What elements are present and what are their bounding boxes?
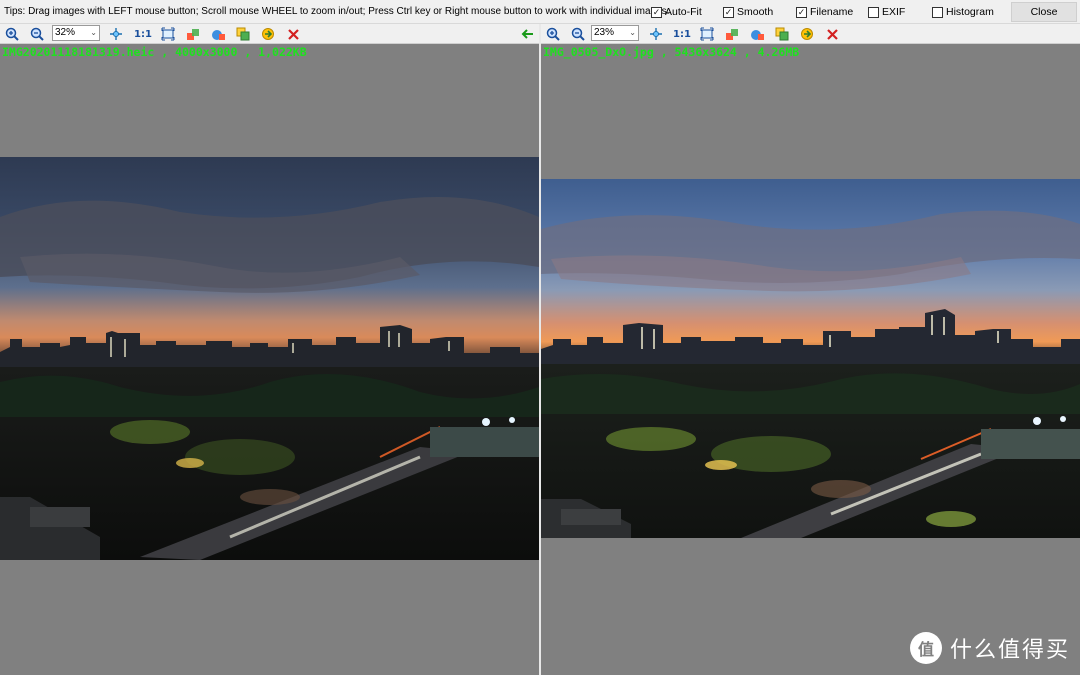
exif-label: EXIF — [882, 6, 906, 18]
fit-center-icon[interactable] — [648, 26, 664, 42]
left-image-pane[interactable]: 32% ⌄ 1:1 IMG20201118181319.heic , 4000x… — [0, 24, 539, 675]
watermark-logo-icon: 值 — [910, 632, 942, 664]
zoom-out-icon[interactable] — [29, 26, 45, 42]
tips-text: Tips: Drag images with LEFT mouse button… — [4, 6, 670, 17]
flip-icon[interactable] — [210, 26, 226, 42]
filename-checkbox[interactable]: ✓ Filename — [796, 6, 853, 18]
smooth-check[interactable]: ✓ — [723, 6, 734, 18]
histogram-check[interactable] — [932, 6, 943, 18]
actual-size-button[interactable]: 1:1 — [133, 26, 153, 42]
close-image-icon[interactable] — [824, 26, 840, 42]
zoom-select[interactable]: 32% ⌄ — [52, 25, 100, 41]
chevron-down-icon: ⌄ — [90, 28, 97, 37]
actual-size-button[interactable]: 1:1 — [672, 26, 692, 42]
exif-checkbox[interactable]: EXIF — [868, 6, 905, 18]
histogram-checkbox[interactable]: Histogram — [932, 6, 994, 18]
close-image-icon[interactable] — [285, 26, 301, 42]
fit-window-icon[interactable] — [160, 26, 176, 42]
zoom-value: 32% — [55, 27, 76, 38]
auto-fit-check[interactable]: ✓ — [651, 6, 662, 18]
auto-fit-checkbox[interactable]: ✓ Auto-Fit — [651, 6, 702, 18]
fit-window-icon[interactable] — [699, 26, 715, 42]
zoom-in-icon[interactable] — [4, 26, 20, 42]
left-photo[interactable] — [0, 157, 539, 560]
flip-icon[interactable] — [749, 26, 765, 42]
save-icon[interactable] — [799, 26, 815, 42]
left-photo-image — [0, 157, 539, 560]
sync-arrow-left-icon[interactable] — [519, 26, 535, 42]
left-file-info: IMG20201118181319.heic , 4000x3000 , 1,0… — [2, 45, 307, 59]
right-photo-image — [541, 179, 1080, 538]
copy-icon[interactable] — [774, 26, 790, 42]
watermark: 值 什么值得买 — [910, 632, 1070, 664]
exif-check[interactable] — [868, 6, 879, 18]
auto-fit-label: Auto-Fit — [665, 6, 702, 18]
copy-icon[interactable] — [235, 26, 251, 42]
zoom-value: 23% — [594, 27, 615, 38]
right-photo[interactable] — [541, 179, 1080, 538]
filename-label: Filename — [810, 6, 854, 18]
filename-check[interactable]: ✓ — [796, 6, 807, 18]
close-button[interactable]: Close — [1011, 2, 1077, 22]
smooth-label: Smooth — [737, 6, 774, 18]
right-pane-toolbar: 23% ⌄ 1:1 — [541, 24, 1080, 44]
chevron-down-icon: ⌄ — [629, 28, 636, 37]
zoom-out-icon[interactable] — [570, 26, 586, 42]
watermark-text: 什么值得买 — [950, 638, 1071, 663]
fit-center-icon[interactable] — [108, 26, 124, 42]
tips-bar: Tips: Drag images with LEFT mouse button… — [0, 0, 1080, 24]
zoom-select[interactable]: 23% ⌄ — [591, 25, 639, 41]
smooth-checkbox[interactable]: ✓ Smooth — [723, 6, 773, 18]
left-pane-toolbar: 32% ⌄ 1:1 — [0, 24, 539, 44]
save-icon[interactable] — [260, 26, 276, 42]
right-file-info: IMG_0505_DxO.jpg , 5436x3624 , 4.26MB — [543, 45, 800, 59]
right-image-pane[interactable]: 23% ⌄ 1:1 IMG_0505_DxO.jpg , 5436x3624 ,… — [541, 24, 1080, 675]
histogram-label: Histogram — [946, 6, 994, 18]
zoom-in-icon[interactable] — [545, 26, 561, 42]
rotate-icon[interactable] — [724, 26, 740, 42]
rotate-icon[interactable] — [185, 26, 201, 42]
